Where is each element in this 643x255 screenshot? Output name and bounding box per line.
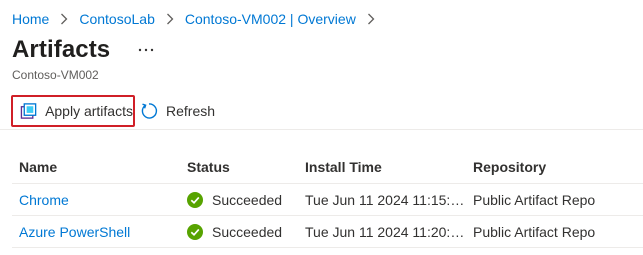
install-time-cell: Tue Jun 11 2024 11:15:58 ... [305, 191, 471, 208]
more-options-button[interactable] [136, 40, 156, 60]
page-title: Artifacts [12, 36, 111, 63]
apply-artifacts-label: Apply artifacts [45, 103, 133, 119]
chevron-right-icon [362, 10, 380, 28]
artifacts-page: Home ContosoLab Contoso-VM002 | Overview… [0, 0, 643, 255]
table-row[interactable]: Azure PowerShell Succeeded Tue Jun 11 20… [12, 216, 643, 248]
ellipsis-icon [139, 48, 154, 52]
command-bar: Apply artifacts Refresh [0, 92, 643, 130]
breadcrumb-home[interactable]: Home [12, 11, 49, 27]
status-cell: Succeeded [185, 223, 303, 240]
success-check-icon [187, 191, 203, 208]
breadcrumb-contosolab[interactable]: ContosoLab [79, 11, 155, 27]
column-header-repository[interactable]: Repository [471, 159, 643, 175]
repository-cell: Public Artifact Repo [473, 223, 596, 240]
breadcrumb-vm-overview[interactable]: Contoso-VM002 | Overview [185, 11, 356, 27]
install-time-cell: Tue Jun 11 2024 11:20:00 ... [305, 223, 471, 240]
refresh-label: Refresh [166, 103, 216, 119]
status-text: Succeeded [212, 223, 283, 240]
chevron-right-icon [161, 10, 179, 28]
table-row[interactable]: Chrome Succeeded Tue Jun 11 2024 11:15:5… [12, 184, 643, 216]
breadcrumb: Home ContosoLab Contoso-VM002 | Overview [12, 10, 386, 28]
column-header-status[interactable]: Status [185, 159, 303, 175]
apply-artifacts-button[interactable]: Apply artifacts [11, 95, 135, 127]
page-subtitle: Contoso-VM002 [12, 68, 99, 82]
status-text: Succeeded [212, 191, 283, 208]
column-header-install-time[interactable]: Install Time [303, 159, 471, 175]
artifacts-table: Name Status Install Time Repository Chro… [12, 150, 643, 248]
repository-cell: Public Artifact Repo [473, 191, 596, 208]
artifact-name-link[interactable]: Chrome [19, 192, 69, 208]
refresh-icon [141, 103, 158, 119]
title-row: Artifacts [12, 36, 156, 64]
artifact-name-link[interactable]: Azure PowerShell [19, 224, 130, 240]
success-check-icon [187, 223, 203, 240]
table-header: Name Status Install Time Repository [12, 150, 643, 184]
status-cell: Succeeded [185, 191, 303, 208]
apply-artifacts-icon [20, 103, 37, 119]
chevron-right-icon [55, 10, 73, 28]
refresh-button[interactable]: Refresh [140, 95, 215, 127]
column-header-name[interactable]: Name [12, 159, 185, 175]
